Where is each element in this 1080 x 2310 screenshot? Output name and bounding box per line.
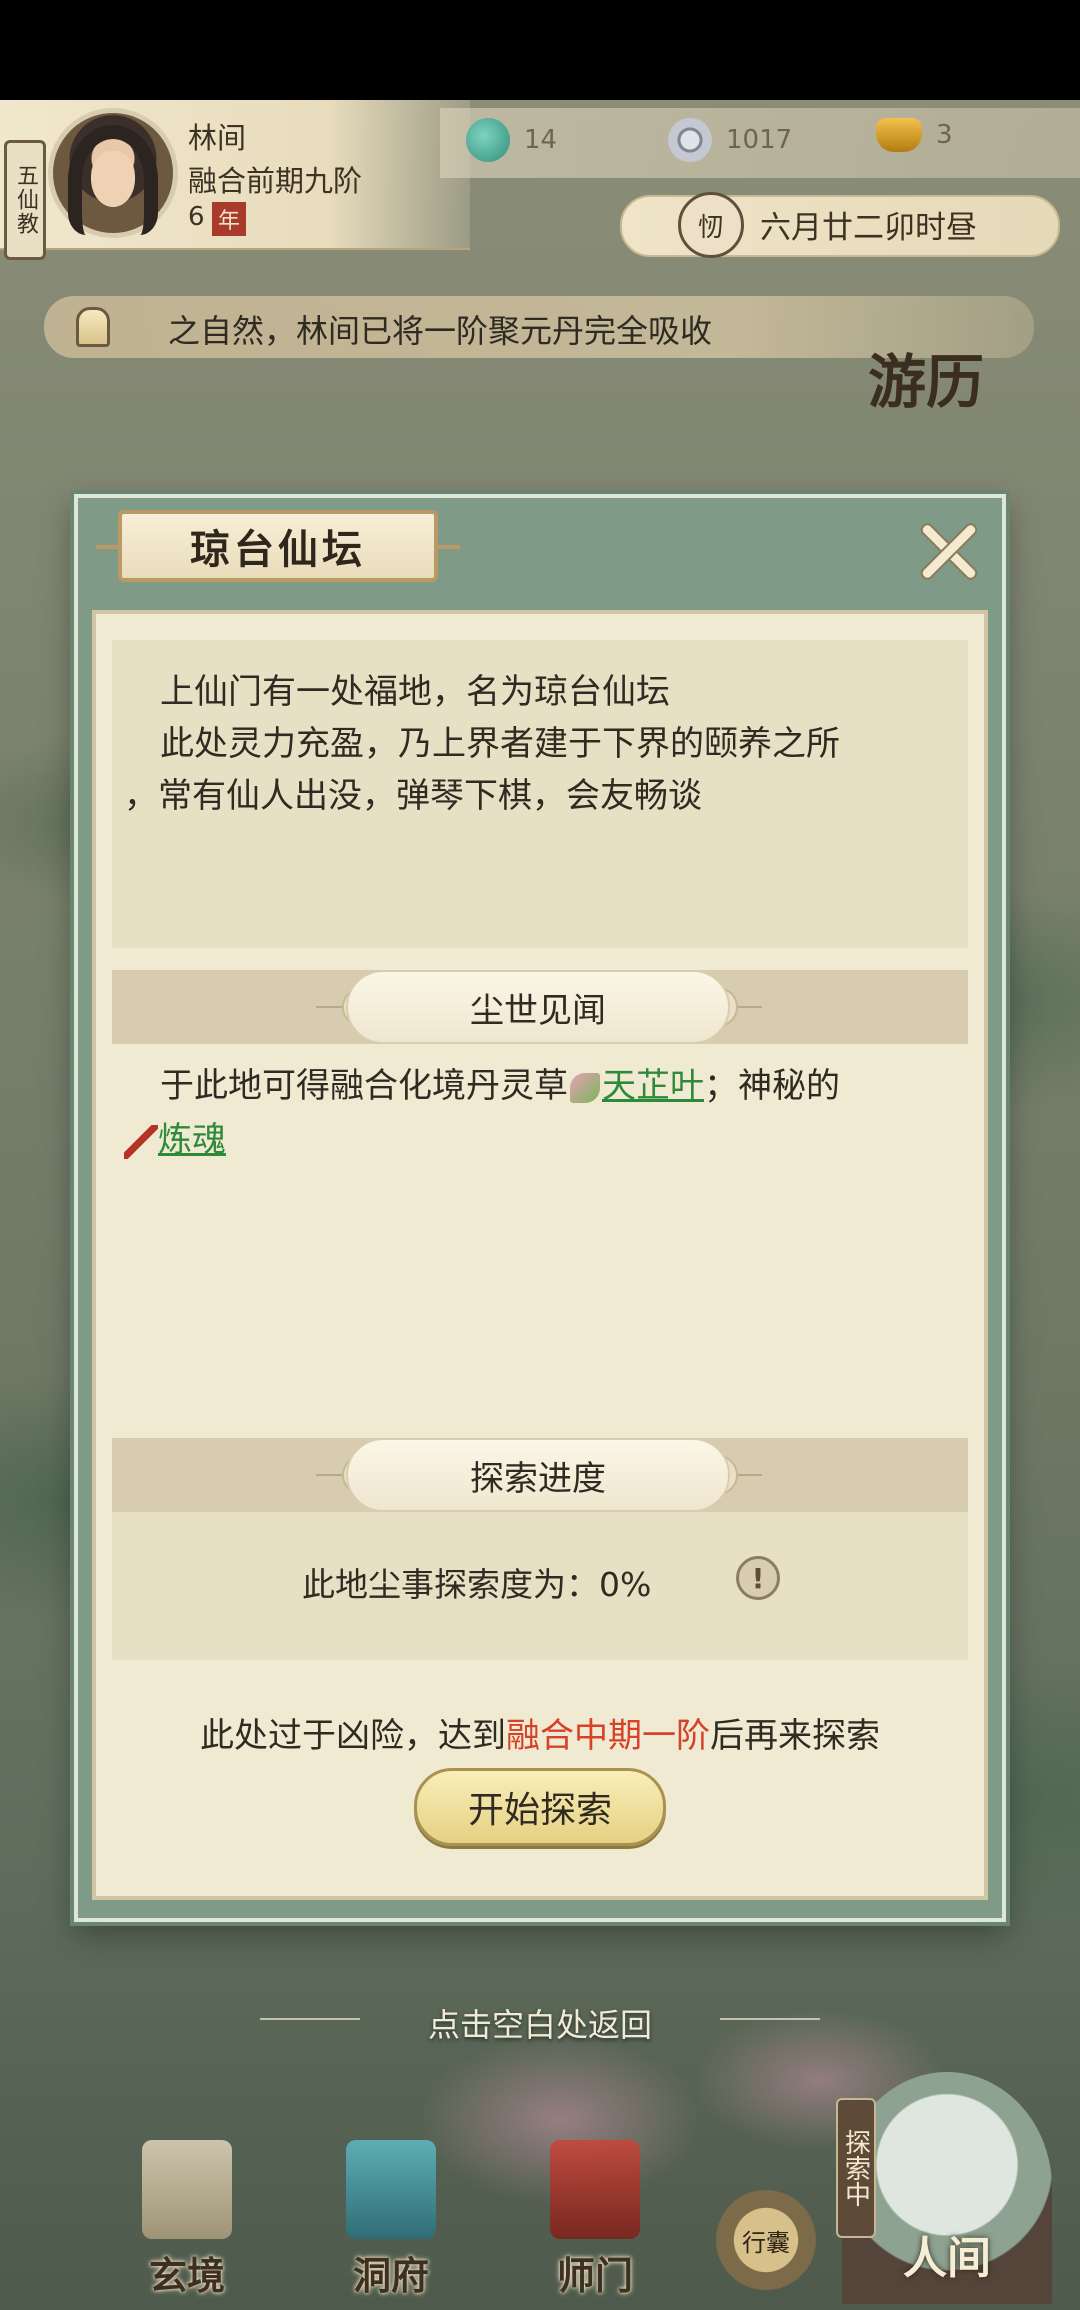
item-link-tianzhiye[interactable]: 天芷叶 [602,1066,704,1106]
jade-count: 14 [524,125,558,155]
staff-icon [124,1124,158,1159]
resource-ingot[interactable]: 3 [876,118,953,152]
loot-section-title: 尘世见闻 [346,970,730,1044]
nav-label: 洞府 [352,2253,429,2298]
loot-suffix: ；神秘的 [704,1066,840,1106]
nav-shimen[interactable]: 师门 [530,2140,660,2300]
progress-label: 此地尘事探索度为：0% [302,1565,652,1604]
age-unit-badge: 年 [212,202,246,236]
bag-button[interactable]: 行囊 [716,2190,816,2290]
loot-line: 于此地可得融合化境丹灵草 天芷叶；神秘的 [160,1058,840,1107]
player-name: 林间 [188,121,247,155]
avatar-face [91,151,135,208]
ingot-count: 3 [936,120,953,150]
info-icon[interactable]: ! [736,1556,780,1600]
description-line: ，常有仙人出没，弹琴下棋，会友畅谈 [124,776,702,816]
exploring-status: 探索中 [836,2098,876,2238]
return-hint[interactable]: 点击空白处返回 [0,2000,1080,2046]
status-bar [0,0,1080,100]
world-label: 人间 [903,2233,991,2284]
resource-coin[interactable]: 1017 [668,118,792,162]
ingot-icon [876,118,922,152]
coin-icon [668,118,712,162]
travel-button[interactable]: 游历 [868,352,1018,482]
nav-xuanjing[interactable]: 玄境 [122,2140,252,2300]
warning-prefix: 此处过于凶险，达到 [200,1716,506,1756]
loot-prefix: 于此地可得融合化境丹灵草 [160,1066,568,1106]
time-text: 六月廿二卯时昼 [760,210,977,246]
warning-suffix: 后再来探索 [710,1716,880,1756]
herb-icon [570,1072,600,1103]
close-button[interactable] [916,518,982,584]
warning-requirement: 融合中期一阶 [506,1716,710,1756]
scroll-icon [142,2140,232,2239]
notice-text: 之自然，林间已将一阶聚元丹完全吸收 [168,312,713,350]
bell-icon [62,298,124,356]
dialog-title: 琼台仙坛 [118,510,438,582]
resource-jade[interactable]: 14 [466,118,557,162]
player-realm: 融合前期九阶 [188,164,363,198]
level-warning: 此处过于凶险，达到融合中期一阶后再来探索 [0,1708,1080,1757]
description-line: 此处灵力充盈，乃上界者建于下界的颐养之所 [160,724,840,764]
start-explore-button[interactable]: 开始探索 [414,1768,666,1846]
description-line: 上仙门有一处福地，名为琼台仙坛 [160,672,670,712]
banner-icon [550,2140,640,2239]
nav-label: 玄境 [148,2253,225,2298]
sect-tag[interactable]: 五仙教 [4,140,46,260]
pavilion-icon [346,2140,436,2239]
nav-dongfu[interactable]: 洞府 [326,2140,456,2300]
jade-icon [466,118,510,162]
loot-line: 炼魂 [124,1112,226,1161]
player-age: 6 [188,202,205,232]
nav-label: 师门 [556,2253,633,2298]
progress-section-title: 探索进度 [346,1438,730,1512]
item-link-lianhun[interactable]: 炼魂 [158,1120,226,1160]
avatar[interactable] [48,108,178,238]
time-badge: 㣼 [678,192,744,258]
coin-count: 1017 [726,125,793,155]
